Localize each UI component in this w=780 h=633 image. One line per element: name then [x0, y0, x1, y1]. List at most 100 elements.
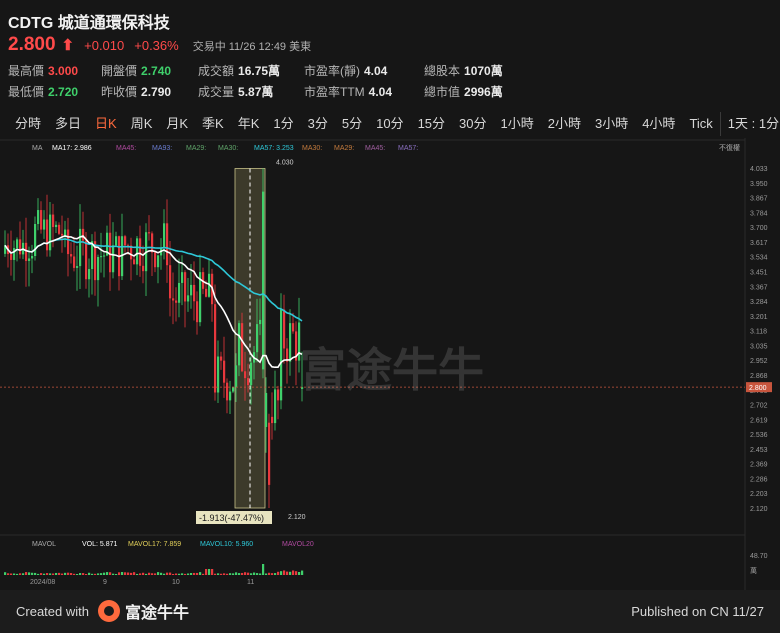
- tab-period[interactable]: 季K: [195, 112, 231, 136]
- candle-body: [37, 210, 40, 224]
- volume-bar: [28, 572, 31, 575]
- tab-period[interactable]: 5分: [335, 112, 369, 136]
- volume-bar: [40, 573, 43, 575]
- tab-period[interactable]: 30分: [452, 112, 493, 136]
- stat-label: 成交量: [198, 85, 235, 99]
- volume-legend-item: MAVOL20: [282, 541, 314, 548]
- stat-item: 成交量 5.87萬: [198, 83, 273, 100]
- candle-body: [244, 371, 247, 379]
- volume-max-label: 48.70: [750, 553, 768, 560]
- candle-body: [67, 229, 70, 255]
- y-tick-label: 4.033: [750, 166, 768, 173]
- candle-body: [283, 309, 286, 349]
- y-tick-label: 3.451: [750, 269, 768, 276]
- volume-bar: [208, 569, 211, 575]
- chart-area[interactable]: MA MA17: 2.986 MA45: MA93: MA29: MA30: MA57: 3…: [0, 138, 780, 590]
- tab-period[interactable]: 1天 : 1分K: [719, 112, 780, 136]
- price-change-pct: +0.36%: [134, 38, 179, 53]
- volume-bar: [277, 571, 280, 575]
- tab-period[interactable]: 4小時: [635, 112, 682, 136]
- volume-legend-item: MAVOL10: 5.960: [200, 541, 253, 548]
- volume-bar: [166, 572, 169, 575]
- tab-period[interactable]: 15分: [411, 112, 452, 136]
- market-status: 交易中 11/26 12:49 美東: [192, 41, 312, 53]
- candle-body: [43, 219, 46, 230]
- volume-bar: [67, 572, 70, 575]
- candle-body: [169, 265, 172, 299]
- candle-body: [133, 259, 136, 265]
- volume-bar: [196, 572, 199, 575]
- tab-period[interactable]: 3小時: [588, 112, 635, 136]
- candle-body: [115, 236, 118, 246]
- candle-body: [205, 288, 208, 297]
- volume-bar: [151, 573, 154, 575]
- y-tick-label: 3.700: [750, 225, 768, 232]
- candle-body: [124, 236, 127, 246]
- candle-body: [262, 191, 265, 370]
- volume-bar: [271, 573, 274, 575]
- x-axis-label: 2024/08: [30, 579, 55, 586]
- tab-period[interactable]: 2小時: [541, 112, 588, 136]
- x-axis-label: 10: [172, 579, 180, 586]
- volume-bar: [235, 572, 238, 575]
- volume-bar: [241, 572, 244, 575]
- ma-legend-item: MA29:: [334, 145, 354, 152]
- stat-item: 昨收價 2.790: [101, 83, 171, 100]
- tab-period[interactable]: 分時: [0, 112, 48, 136]
- stat-item: 最低價 2.720: [8, 83, 78, 100]
- y-tick-label: 2.203: [750, 491, 768, 498]
- candle-body: [163, 223, 166, 249]
- volume-bar: [178, 573, 181, 575]
- tab-period[interactable]: 月K: [159, 112, 195, 136]
- tab-period[interactable]: 10分: [369, 112, 410, 136]
- tab-period[interactable]: Tick: [682, 112, 719, 136]
- candle-body: [271, 416, 274, 424]
- kline-chart[interactable]: MA MA17: 2.986 MA45: MA93: MA29: MA30: MA57: 3…: [0, 138, 780, 590]
- y-tick-label: 3.867: [750, 196, 768, 203]
- candle-body: [88, 269, 91, 280]
- tab-period[interactable]: 3分: [301, 112, 335, 136]
- volume-bar: [157, 572, 160, 575]
- volume-bar: [259, 573, 262, 575]
- candle-body: [250, 362, 253, 386]
- period-tabs: 分時 多日 日K 周K 月K 季K 年K 1分 3分 5分 10分 15分 30分 1小時 2小時 3小時 4小…: [0, 112, 780, 136]
- candle-body: [232, 387, 235, 392]
- ma-legend-item: MA45:: [116, 145, 136, 152]
- volume-bar: [109, 572, 112, 575]
- stat-label: 最低價: [8, 85, 45, 99]
- volume-bar: [217, 573, 220, 575]
- stat-label: 成交額: [198, 64, 235, 78]
- tab-period[interactable]: 1小時: [494, 112, 541, 136]
- candle-body: [49, 214, 52, 251]
- candle-body: [25, 242, 28, 261]
- volume-bar: [49, 573, 52, 575]
- y-tick-label: 3.201: [750, 314, 768, 321]
- volume-bar: [250, 573, 253, 575]
- candle-body: [277, 389, 280, 401]
- volume-bar: [295, 571, 298, 575]
- stat-value: 2.740: [141, 64, 172, 78]
- volume-bar: [91, 573, 94, 575]
- candle-body: [28, 258, 31, 261]
- stat-label: 最高價: [8, 64, 45, 78]
- volume-bar: [130, 572, 133, 575]
- tab-period[interactable]: 1分: [266, 112, 300, 136]
- volume-bar: [61, 573, 64, 575]
- tab-period[interactable]: 多日: [48, 112, 88, 136]
- volume-bar: [301, 570, 304, 575]
- volume-bar: [268, 572, 271, 575]
- candle-body: [82, 228, 85, 241]
- volume-bar: [19, 573, 22, 575]
- candle-body: [19, 239, 22, 255]
- volume-bar: [223, 573, 226, 575]
- volume-bar: [142, 572, 145, 575]
- stat-value: 2.790: [141, 85, 172, 99]
- candle-body: [214, 304, 217, 393]
- volume-bar: [283, 570, 286, 575]
- candle-body: [259, 319, 262, 325]
- tab-period[interactable]: 年K: [231, 112, 267, 136]
- tab-period[interactable]: 日K: [88, 112, 124, 136]
- stat-item: 總市值 2996萬: [424, 83, 503, 100]
- candle-body: [226, 382, 229, 401]
- tab-period[interactable]: 周K: [124, 112, 160, 136]
